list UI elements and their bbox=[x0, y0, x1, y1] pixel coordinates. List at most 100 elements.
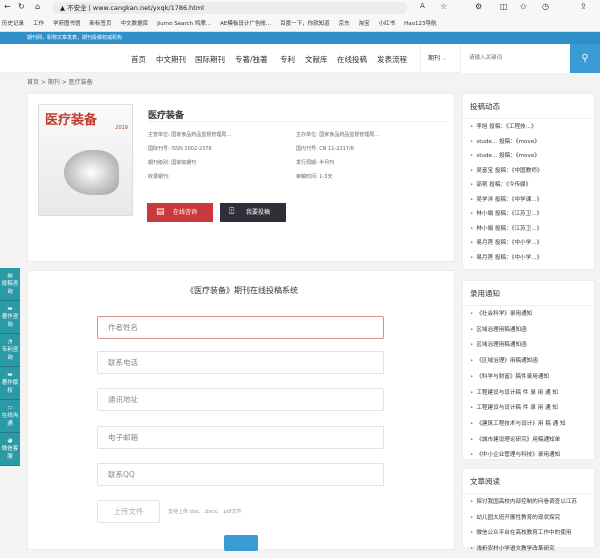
bookmark[interactable]: 百度一下，你就知道 bbox=[280, 16, 330, 31]
list-item[interactable]: 吴学洋 投稿：《中学课...》 bbox=[463, 193, 594, 208]
url-text: www.cangkan.net/yxqk/1786.html bbox=[92, 4, 204, 12]
search-type-select[interactable]: 期刊 ⌄ bbox=[420, 44, 460, 73]
list-item[interactable]: 区域治理用稿通知函 bbox=[463, 323, 594, 339]
history-icon[interactable]: ◷ bbox=[542, 2, 549, 11]
list-item[interactable]: 《建筑工程技术与设计》用 稿 通 知 bbox=[463, 417, 594, 433]
float-item-patent[interactable]: ◔ 专利咨询 bbox=[0, 334, 20, 367]
search-type-value: 期刊 bbox=[428, 55, 441, 62]
list-item[interactable]: 浅析农村小学语文教学改革研究 bbox=[463, 542, 594, 558]
read-aloud-icon[interactable]: A bbox=[420, 2, 425, 10]
list-item[interactable]: 工程建设与设计稿 件 录 用 通 知 bbox=[463, 386, 594, 402]
bookmark[interactable]: Hao123导航 bbox=[404, 16, 436, 31]
address-input[interactable]: 通讯地址 bbox=[97, 388, 384, 411]
extensions-icon[interactable]: ⚙ bbox=[475, 2, 482, 11]
list-item[interactable]: 《城市建设理论研究》用稿通知单 bbox=[463, 433, 594, 449]
top-banner: 期刊网，职称文章发表，期刊投稿权威机构 bbox=[0, 32, 600, 44]
chat-icon: ▤ bbox=[156, 207, 165, 217]
security-label: 不安全 bbox=[67, 4, 87, 12]
browser-toolbar: ← ↻ ⌂ ▲ 不安全 | www.cangkan.net/yxqk/1786.… bbox=[0, 0, 600, 16]
panel-title: 投稿动态 bbox=[463, 94, 594, 119]
email-input[interactable]: 电子邮箱 bbox=[97, 426, 384, 449]
list-item[interactable]: 探讨我国高校内部控制的问卷调查以江苏 bbox=[463, 495, 594, 511]
bookmarks-bar: 历史记录 工作 学府图书馆 新标签页 中文数据库 Jiumo Search 鸠摩… bbox=[0, 16, 600, 32]
chevron-down-icon: ⌄ bbox=[441, 55, 447, 62]
info-review: 审稿时间: 1-3天 bbox=[296, 174, 333, 180]
bookmark[interactable]: Jiumo Search 鸠摩... bbox=[157, 16, 211, 31]
main-nav: 首页 中文期刊 国际期刊 专著/独著 专利 文献库 在线投稿 发表流程 期刊 ⌄… bbox=[0, 44, 600, 73]
list-item[interactable]: 《中小企业管理与科技》录用通知 bbox=[463, 448, 594, 464]
submission-dynamics-panel: 投稿动态 李旭 投稿：《工程技...》stude... 投稿：《move》stu… bbox=[462, 93, 595, 270]
nav-home[interactable]: 首页 bbox=[131, 54, 146, 65]
info-sponsor: 主办单位: 国家食品药品监督管理局... bbox=[296, 132, 380, 138]
refresh-icon[interactable]: ↻ bbox=[18, 2, 25, 11]
list-item[interactable]: stude... 投稿：《move》 bbox=[463, 149, 594, 164]
search-icon: ⚲ bbox=[581, 53, 589, 64]
bookmark[interactable]: 小红书 bbox=[379, 16, 396, 31]
nav-monographs[interactable]: 专著/独著 bbox=[235, 54, 268, 65]
info-cn: 国内刊号: CN 11-2217/R bbox=[296, 146, 355, 152]
float-item-monograph[interactable]: ▬ 著作咨询 bbox=[0, 301, 20, 334]
float-item-wechat[interactable]: ◕ 微信客服 bbox=[0, 433, 20, 466]
form-submit-button[interactable] bbox=[224, 535, 258, 551]
nav-intl-journals[interactable]: 国际期刊 bbox=[195, 54, 225, 65]
float-item-chat[interactable]: ▭ 在线沟通 bbox=[0, 400, 20, 433]
split-icon[interactable]: ◫ bbox=[500, 2, 508, 11]
list-item[interactable]: 工程建设与设计稿 件 录 用 通 知 bbox=[463, 401, 594, 417]
list-item[interactable]: 区域治理用稿通知函 bbox=[463, 338, 594, 354]
back-icon[interactable]: ← bbox=[4, 2, 11, 11]
info-indexed: 收录期刊: bbox=[148, 174, 170, 180]
search-input[interactable] bbox=[460, 44, 570, 73]
panel-title: 录用通知 bbox=[463, 281, 594, 306]
float-item-submission[interactable]: ▤ 投稿咨询 bbox=[0, 268, 20, 301]
bookmark[interactable]: 新标签页 bbox=[90, 16, 112, 31]
list-item[interactable]: 易月莲 投稿：《中小学...》 bbox=[463, 251, 594, 266]
bookmark[interactable]: 京东 bbox=[339, 16, 350, 31]
list-item[interactable]: 《科学与财富》稿件录用通知 bbox=[463, 370, 594, 386]
search-button[interactable]: ⚲ bbox=[570, 44, 600, 73]
nav-process[interactable]: 发表流程 bbox=[377, 54, 407, 65]
upload-icon: ⍐ bbox=[229, 207, 235, 217]
breadcrumb: 首页 > 期刊 > 医疗装备 bbox=[27, 79, 93, 86]
address-bar[interactable]: ▲ 不安全 | www.cangkan.net/yxqk/1786.html bbox=[52, 2, 407, 14]
favorite-icon[interactable]: ☆ bbox=[440, 2, 447, 11]
list-item[interactable]: 《区域治理》用稿通知函 bbox=[463, 354, 594, 370]
phone-input[interactable]: 联系电话 bbox=[97, 351, 384, 374]
info-issn: 国际刊号: ISSN 1002-2376 bbox=[148, 146, 212, 152]
list-item[interactable]: 《社会科学》录用通知 bbox=[463, 307, 594, 323]
list-item[interactable]: stude... 投稿：《move》 bbox=[463, 135, 594, 150]
nav-submit[interactable]: 在线投稿 bbox=[337, 54, 367, 65]
form-title: 《医疗装备》期刊在线投稿系统 bbox=[186, 286, 298, 295]
float-item-copyright[interactable]: ▬ 著作版权 bbox=[0, 367, 20, 400]
bookmark[interactable]: 学府图书馆 bbox=[53, 16, 81, 31]
online-consult-button[interactable]: ▤ 在线咨询 bbox=[147, 203, 213, 222]
float-sidebar: ▤ 投稿咨询 ▬ 著作咨询 ◔ 专利咨询 ▬ 著作版权 ▭ 在线沟通 ◕ 微信客服 bbox=[0, 268, 20, 466]
list-item[interactable]: 幼儿园大班开展性教育的现状探究 bbox=[463, 511, 594, 527]
upload-file-button[interactable]: 上传文件 bbox=[97, 500, 160, 523]
list-item[interactable]: 林小娟 投稿：《江苏卫...》 bbox=[463, 207, 594, 222]
qq-input[interactable]: 联系QQ bbox=[97, 463, 384, 486]
upload-hint: 支持上传.doc、.docx、.pdf文件 bbox=[168, 509, 242, 515]
home-icon[interactable]: ⌂ bbox=[35, 2, 40, 11]
bookmark[interactable]: AE模板设计广告帐... bbox=[220, 16, 271, 31]
author-name-input[interactable]: 作者姓名 bbox=[97, 316, 384, 339]
nav-patents[interactable]: 专利 bbox=[280, 54, 295, 65]
nav-chinese-journals[interactable]: 中文期刊 bbox=[156, 54, 186, 65]
bookmark[interactable]: 中文数据库 bbox=[121, 16, 149, 31]
list-item[interactable]: 微信公众平台在高校教育工作中的使用 bbox=[463, 526, 594, 542]
info-level: 期刊级别: 国家级期刊 bbox=[148, 160, 197, 166]
bookmark[interactable]: 淘宝 bbox=[359, 16, 370, 31]
journal-cover: 医疗装备 2019 bbox=[38, 104, 133, 216]
list-item[interactable]: 林小娟 投稿：《江苏卫...》 bbox=[463, 222, 594, 237]
list-item[interactable]: 易月莲 投稿：《中小学...》 bbox=[463, 236, 594, 251]
favorites-icon[interactable]: ✩ bbox=[520, 2, 527, 11]
submit-manuscript-button[interactable]: ⍐ 我要投稿 bbox=[220, 203, 286, 222]
panel-title: 文章阅读 bbox=[463, 469, 594, 494]
list-item[interactable]: 吴富宝 投稿：《中国教师》 bbox=[463, 164, 594, 179]
list-item[interactable]: 李旭 投稿：《工程技...》 bbox=[463, 120, 594, 135]
info-supervisor: 主管单位: 国家食品药品监督管理局... bbox=[148, 132, 232, 138]
bookmark[interactable]: 历史记录 bbox=[2, 16, 24, 31]
nav-library[interactable]: 文献库 bbox=[305, 54, 328, 65]
bookmark[interactable]: 工作 bbox=[33, 16, 44, 31]
list-item[interactable]: 邵艳 投稿：《今传媒》 bbox=[463, 178, 594, 193]
share-icon[interactable]: ⇪ bbox=[580, 2, 587, 11]
